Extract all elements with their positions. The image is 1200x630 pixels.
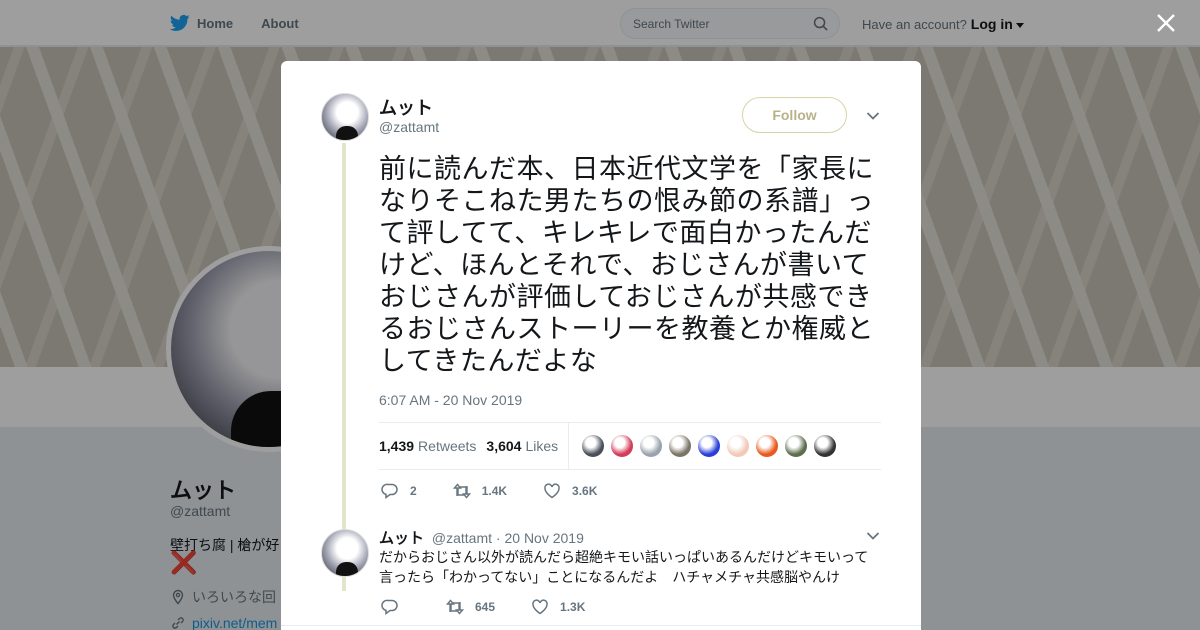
tweet-avatar[interactable] — [321, 93, 369, 141]
liker-avatar[interactable] — [726, 434, 751, 458]
retweet-count: 1.4K — [481, 484, 508, 498]
tweet-author-name[interactable]: ムット — [379, 94, 433, 120]
retweets-count: 1,439 — [379, 438, 415, 454]
liker-avatar[interactable] — [581, 434, 606, 458]
reply-action[interactable]: 2 — [381, 482, 417, 500]
liker-avatar[interactable] — [697, 434, 722, 458]
liker-avatar[interactable] — [784, 434, 809, 458]
like-action[interactable]: 1.3K — [531, 598, 585, 616]
reply-text: だからおじさん以外が読んだら超絶キモい話いっぱいあるんだけどキモいって言ったら「… — [379, 549, 869, 585]
reply-separator: · — [495, 530, 501, 546]
reply-date[interactable]: 20 Nov 2019 — [504, 530, 583, 546]
avatar-figure — [336, 562, 358, 576]
tweet-actions: 2 1.4K 3.6K — [381, 482, 633, 500]
heart-icon — [532, 599, 548, 615]
reply-actions: 645 1.3K — [381, 598, 621, 616]
follow-button[interactable]: Follow — [742, 97, 847, 133]
heart-icon — [544, 483, 560, 499]
reply-icon — [381, 483, 398, 499]
retweet-action[interactable]: 1.4K — [452, 482, 508, 500]
likes-label: Likes — [525, 438, 559, 454]
retweet-count: 645 — [475, 600, 496, 614]
reply-action[interactable] — [381, 598, 410, 616]
tweet-text: 前に読んだ本、日本近代文学を「家長になりそこねた男たちの恨み節の系譜」って評して… — [379, 154, 874, 376]
reply-icon — [381, 599, 398, 615]
liker-avatar[interactable] — [668, 434, 693, 458]
chevron-down-icon[interactable] — [866, 531, 880, 541]
liker-avatars — [581, 434, 842, 458]
close-icon[interactable] — [1155, 12, 1177, 34]
retweets-label: Retweets — [418, 438, 477, 454]
tweet-author-handle[interactable]: @zattamt — [379, 119, 439, 135]
like-action[interactable]: 3.6K — [543, 482, 597, 500]
modal-bottom-divider — [281, 625, 921, 630]
liker-avatar[interactable] — [755, 434, 780, 458]
reply-avatar[interactable] — [321, 529, 369, 577]
chevron-down-icon[interactable] — [866, 111, 880, 121]
liker-avatar[interactable] — [610, 434, 635, 458]
thread-line — [342, 143, 346, 591]
retweets-stat[interactable]: 1,439 Retweets — [379, 438, 476, 454]
retweet-action[interactable]: 645 — [446, 598, 495, 616]
like-count: 1.3K — [560, 600, 586, 614]
tweet-modal: ムット @zattamt Follow 前に読んだ本、日本近代文学を「家長になり… — [281, 61, 921, 630]
tweet-stats: 1,439 Retweets 3,604 Likes — [379, 422, 881, 470]
tweet-timestamp[interactable]: 6:07 AM - 20 Nov 2019 — [379, 392, 522, 408]
stats-divider — [568, 422, 570, 470]
reply-count: 2 — [410, 484, 417, 498]
reply-author-name[interactable]: ムット — [379, 530, 424, 547]
likes-stat[interactable]: 3,604 Likes — [486, 438, 558, 454]
likes-count: 3,604 — [486, 438, 522, 454]
liker-avatar[interactable] — [813, 434, 838, 458]
retweet-icon — [452, 483, 471, 499]
reply-author-handle[interactable]: @zattamt — [432, 530, 492, 546]
reply-header: ムット @zattamt · 20 Nov 2019 — [379, 527, 584, 548]
avatar-figure — [336, 126, 358, 140]
liker-avatar[interactable] — [639, 434, 664, 458]
retweet-icon — [446, 599, 464, 615]
like-count: 3.6K — [572, 484, 598, 498]
